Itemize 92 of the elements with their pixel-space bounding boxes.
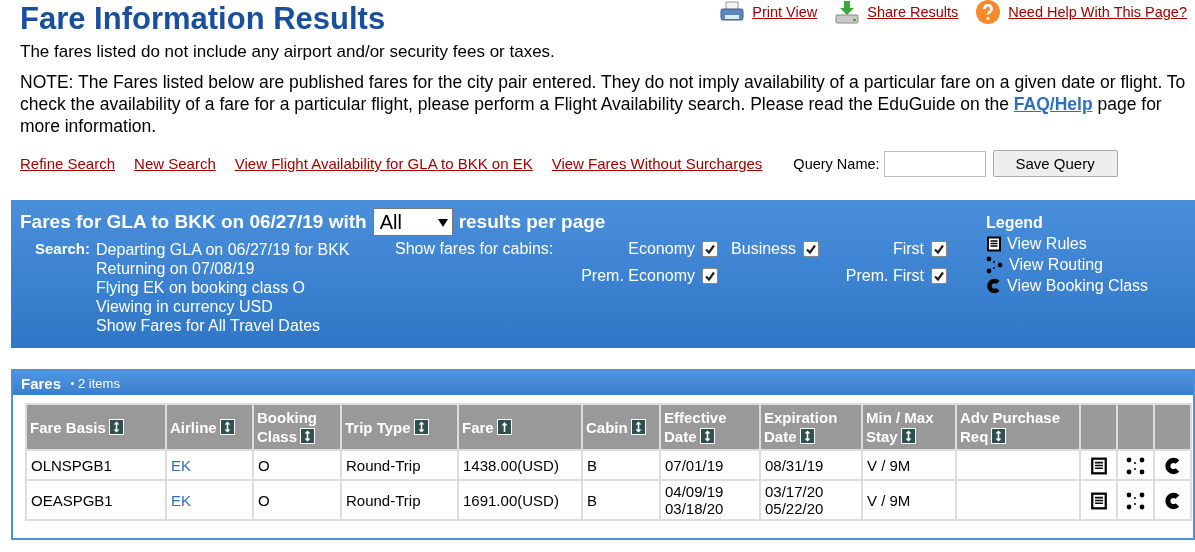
sort-icon[interactable] bbox=[699, 428, 715, 444]
table-cell: B bbox=[582, 450, 660, 480]
download-icon bbox=[835, 0, 860, 24]
sort-icon[interactable] bbox=[799, 428, 815, 444]
sort-icon[interactable] bbox=[108, 418, 124, 435]
page-title: Fare Information Results bbox=[20, 0, 386, 38]
column-header[interactable]: Booking Class bbox=[253, 404, 341, 450]
action-link[interactable]: View Flight Availability for GLA to BKK on EK bbox=[234, 155, 533, 172]
item-count: 2 items bbox=[78, 375, 120, 391]
column-header[interactable]: Cabin bbox=[582, 404, 660, 450]
routing-dots-icon[interactable] bbox=[1125, 456, 1146, 475]
table-cell: 1438.00(USD) bbox=[458, 450, 582, 480]
sort-icon[interactable] bbox=[630, 418, 646, 435]
disclaimer-text: The fares listed do not include any airport and/or security fees or taxes. bbox=[20, 42, 556, 62]
sort-icon[interactable] bbox=[300, 428, 316, 444]
panel-title-suffix: results per page bbox=[458, 211, 606, 233]
legend-title: Legend bbox=[986, 214, 1044, 232]
sort-ascending-icon[interactable] bbox=[496, 418, 512, 435]
airline-link[interactable]: EK bbox=[171, 491, 191, 509]
table-cell: O bbox=[253, 480, 341, 520]
expiration-date: 08/31/19 bbox=[765, 456, 825, 474]
column-header[interactable]: Adv Purchase Req bbox=[956, 404, 1080, 450]
table-cell: V / 9M bbox=[862, 450, 956, 480]
cabin-label: Prem. Economy bbox=[581, 267, 695, 285]
per-page-select[interactable]: All bbox=[372, 208, 453, 236]
search-criteria-text: Viewing in currency USD bbox=[96, 297, 274, 316]
document-icon[interactable] bbox=[1089, 456, 1108, 475]
query-name-field[interactable] bbox=[883, 150, 986, 177]
help-icon bbox=[976, 0, 1001, 24]
column-header[interactable]: Airline bbox=[166, 404, 253, 450]
search-criteria-text: Show Fares for All Travel Dates bbox=[96, 316, 322, 335]
airline-link[interactable]: EK bbox=[171, 456, 191, 474]
table-cell: Round-Trip bbox=[341, 480, 458, 520]
panel-title: Fares for GLA to BKK on 06/27/19 with bbox=[20, 211, 367, 233]
expiration-date: 05/22/20 bbox=[765, 500, 825, 517]
sort-icon[interactable] bbox=[900, 428, 916, 444]
cabin-checkbox[interactable] bbox=[803, 241, 819, 257]
header-link[interactable]: Need Help With This Page? bbox=[1008, 4, 1187, 20]
faq-link[interactable]: FAQ/Help bbox=[1013, 94, 1093, 114]
legend-link[interactable]: View Routing bbox=[1009, 256, 1103, 274]
cabin-checkbox[interactable] bbox=[702, 241, 718, 257]
column-header[interactable]: Trip Type bbox=[341, 404, 458, 450]
column-header[interactable]: Min / Max Stay bbox=[862, 404, 956, 450]
search-criteria-text: Flying EK on booking class O bbox=[96, 278, 307, 297]
table-cell: V / 9M bbox=[862, 480, 956, 520]
cabin-label: Economy bbox=[628, 240, 695, 258]
legend-link[interactable]: View Rules bbox=[1007, 235, 1087, 253]
sort-icon[interactable] bbox=[219, 418, 235, 435]
expiration-date: 03/17/20 bbox=[765, 483, 825, 500]
column-header[interactable]: Expiration Date bbox=[760, 404, 862, 450]
table-cell: Round-Trip bbox=[341, 450, 458, 480]
sort-icon[interactable] bbox=[413, 418, 429, 435]
header-link[interactable]: Print View bbox=[752, 4, 818, 20]
booking-class-icon[interactable] bbox=[1163, 491, 1182, 510]
search-criteria-text: Returning on 07/08/19 bbox=[96, 259, 256, 278]
document-icon bbox=[986, 236, 1002, 252]
header-link[interactable]: Share Results bbox=[867, 4, 959, 20]
fares-title: Fares bbox=[21, 374, 62, 392]
routing-dots-icon bbox=[986, 256, 1004, 274]
search-criteria-text: Departing GLA on 06/27/19 for BKK bbox=[96, 240, 350, 259]
cabin-checkbox[interactable] bbox=[931, 268, 947, 284]
cabins-label: Show fares for cabins: bbox=[395, 240, 555, 259]
cabin-label: First bbox=[892, 240, 924, 258]
sort-icon[interactable] bbox=[991, 428, 1007, 444]
effective-date: 03/18/20 bbox=[665, 500, 725, 517]
search-label: Search: bbox=[35, 240, 91, 259]
note-text: NOTE: The Fares listed below are published fares for the city pair entered. They do not imply availability of a particular fare on a given date or flight. To check the availability of a fare for a particular flight, please perform a Flight Availability search. Please read the EduGuide on the FAQ/Help page for more information. bbox=[20, 71, 1187, 137]
cabin-checkbox[interactable] bbox=[931, 241, 947, 257]
table-cell: OLNSPGB1 bbox=[26, 450, 166, 480]
table-cell: 1691.00(USD) bbox=[458, 480, 582, 520]
query-name-label: Query Name: bbox=[793, 155, 880, 172]
booking-class-icon[interactable] bbox=[1163, 456, 1182, 475]
column-header[interactable]: Fare bbox=[458, 404, 582, 450]
save-query-button[interactable]: Save Query bbox=[992, 150, 1118, 177]
cabin-checkbox[interactable] bbox=[702, 268, 718, 284]
cabin-label: Prem. First bbox=[845, 267, 924, 285]
printer-icon bbox=[720, 1, 745, 23]
booking-class-icon bbox=[986, 278, 1002, 294]
column-header[interactable]: Effective Date bbox=[660, 404, 760, 450]
cabin-label: Business bbox=[731, 240, 796, 258]
table-cell: OEASPGB1 bbox=[26, 480, 166, 520]
routing-dots-icon[interactable] bbox=[1125, 491, 1146, 510]
effective-date: 07/01/19 bbox=[665, 456, 725, 474]
action-link[interactable]: Refine Search bbox=[20, 155, 116, 172]
document-icon[interactable] bbox=[1089, 491, 1108, 510]
legend-link[interactable]: View Booking Class bbox=[1007, 277, 1149, 295]
column-header[interactable]: Fare Basis bbox=[26, 404, 166, 450]
action-link[interactable]: New Search bbox=[134, 155, 216, 172]
action-link[interactable]: View Fares Without Surcharges bbox=[551, 155, 763, 172]
effective-date: 04/09/19 bbox=[665, 483, 725, 500]
table-cell: B bbox=[582, 480, 660, 520]
table-cell: O bbox=[253, 450, 341, 480]
